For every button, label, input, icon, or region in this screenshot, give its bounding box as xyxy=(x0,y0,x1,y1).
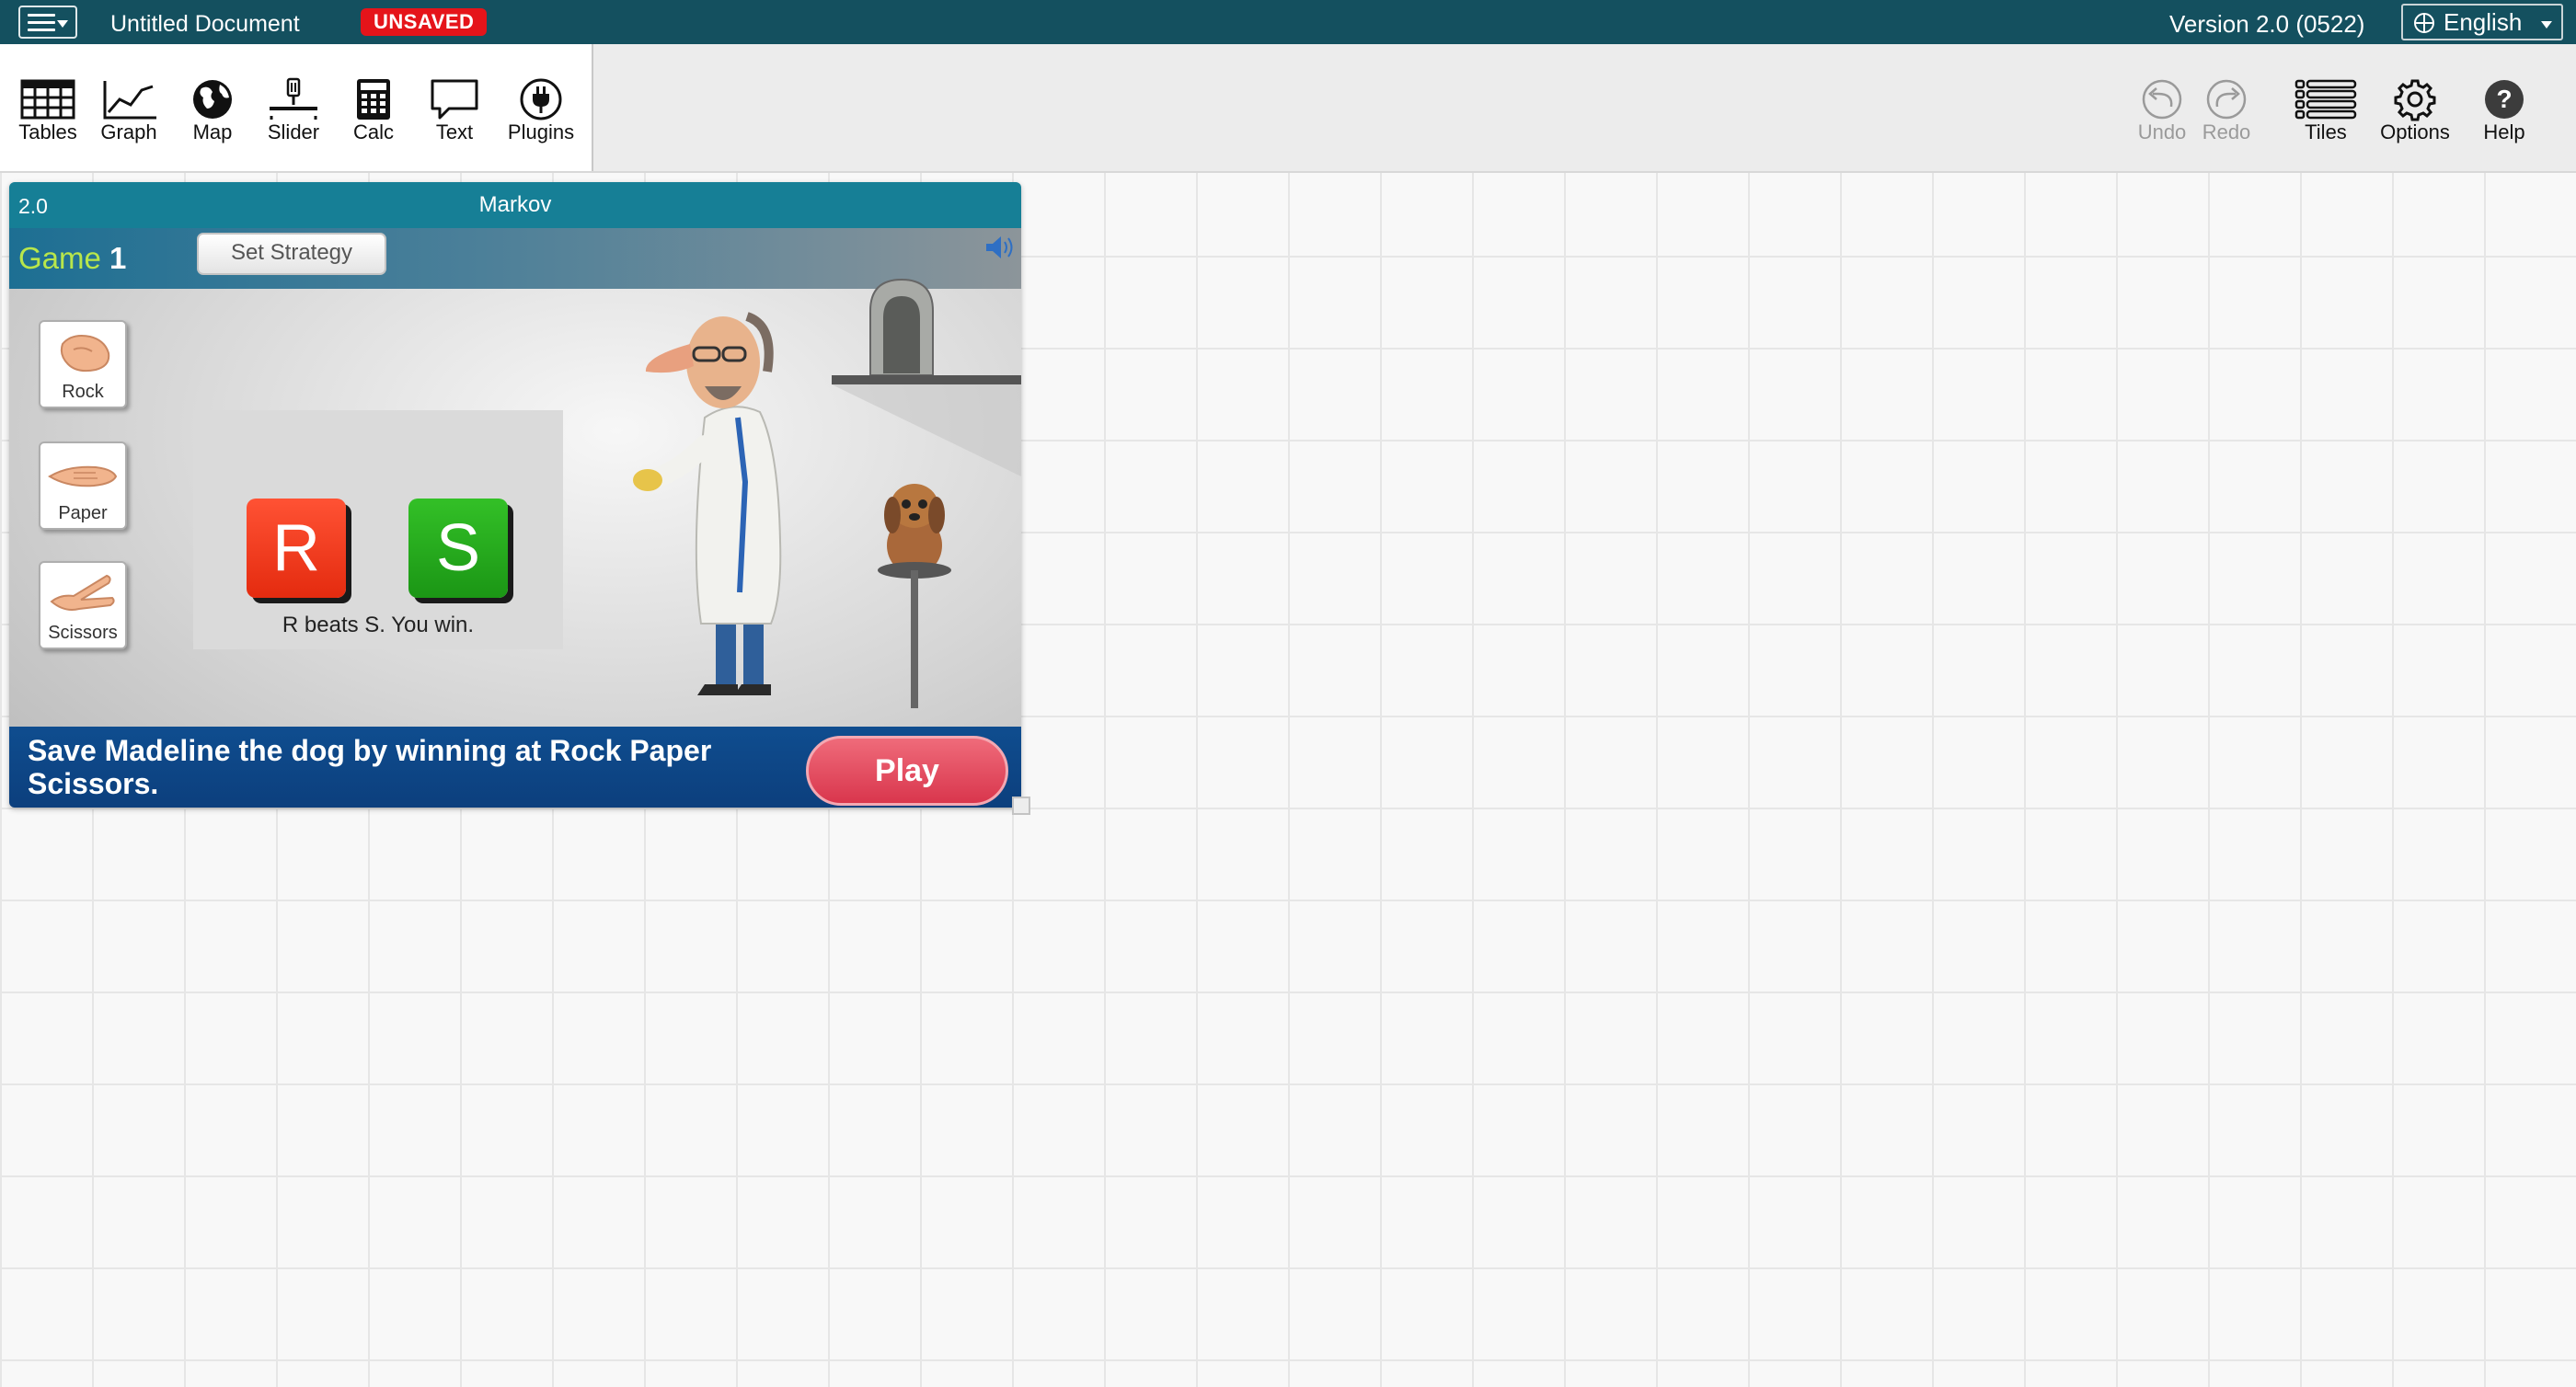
scissors-label: Scissors xyxy=(48,623,118,643)
graph-label: Graph xyxy=(100,120,157,143)
result-panel: R S R beats S. You win. xyxy=(193,410,563,649)
markov-game: Game 1 Set Strategy Rock Paper Scissors … xyxy=(9,228,1021,808)
top-bar: Untitled Document UNSAVED Version 2.0 (0… xyxy=(0,0,2576,44)
plugins-label: Plugins xyxy=(507,120,575,143)
version-label: Version 2.0 (0522) xyxy=(2169,10,2365,38)
paper-choice-button[interactable]: Paper xyxy=(39,441,127,530)
tool-shelf: Tables Graph Map Slider Calc Text Plugin… xyxy=(0,44,2576,173)
language-menu[interactable]: English xyxy=(2401,4,2563,40)
player-move-block: R xyxy=(247,499,346,598)
document-title[interactable]: Untitled Document xyxy=(110,11,300,38)
tile-resize-handle[interactable] xyxy=(1012,797,1030,815)
rock-choice-button[interactable]: Rock xyxy=(39,320,127,408)
tiles-list-icon xyxy=(2294,79,2357,120)
chevron-down-icon xyxy=(57,20,68,28)
paper-label: Paper xyxy=(58,503,108,523)
result-text: R beats S. You win. xyxy=(282,613,475,637)
globe-icon xyxy=(2414,13,2434,33)
svg-text:?: ? xyxy=(2496,85,2512,113)
set-strategy-button[interactable]: Set Strategy xyxy=(197,233,386,275)
hamburger-icon xyxy=(28,14,55,36)
tables-label: Tables xyxy=(18,120,77,143)
rock-hand-icon xyxy=(60,335,110,373)
slider-icon xyxy=(270,77,317,120)
scissors-hand-icon xyxy=(50,574,115,611)
globe-icon xyxy=(193,80,232,119)
redo-icon xyxy=(2206,79,2247,120)
tile-title-bar[interactable]: 2.0 Markov xyxy=(9,182,1021,228)
game-word: Game xyxy=(18,241,101,275)
game-number: 1 xyxy=(109,241,127,275)
game-label: Game 1 xyxy=(18,241,126,276)
speech-bubble-icon xyxy=(431,79,478,120)
tile-title: Markov xyxy=(478,192,552,217)
unsaved-badge: UNSAVED xyxy=(361,8,488,36)
gear-icon xyxy=(2394,79,2436,121)
paper-hand-icon xyxy=(48,465,118,487)
help-label: Help xyxy=(2483,120,2525,143)
redo-label: Redo xyxy=(2202,120,2251,143)
opponent-move-block: S xyxy=(408,499,508,598)
dog-on-pedestal-illustration xyxy=(832,278,1021,708)
tool-shelf-left: Tables Graph Map Slider Calc Text Plugin… xyxy=(0,44,593,171)
scissors-choice-button[interactable]: Scissors xyxy=(39,561,127,649)
tiles-label: Tiles xyxy=(2305,120,2347,143)
options-label: Options xyxy=(2380,120,2450,143)
text-label: Text xyxy=(435,120,474,143)
graph-icon xyxy=(103,81,156,120)
table-icon xyxy=(20,79,75,120)
calc-label: Calc xyxy=(352,120,394,143)
game-footer: Save Madeline the dog by winning at Rock… xyxy=(9,727,1021,808)
play-button[interactable]: Play xyxy=(806,736,1008,806)
help-icon: ? xyxy=(2485,80,2524,119)
game-prompt: Save Madeline the dog by winning at Rock… xyxy=(28,734,712,800)
markov-tile[interactable]: 2.0 Markov Game 1 Set Strategy Rock Pape… xyxy=(9,182,1021,808)
map-label: Map xyxy=(192,120,233,143)
language-label: English xyxy=(2444,8,2523,36)
rock-label: Rock xyxy=(62,382,104,402)
calculator-icon xyxy=(357,79,390,120)
chevron-down-icon xyxy=(2541,21,2552,29)
markov-character-illustration xyxy=(633,312,782,695)
plug-icon xyxy=(520,78,562,120)
main-menu-button[interactable] xyxy=(18,6,77,39)
slider-label: Slider xyxy=(267,120,320,143)
